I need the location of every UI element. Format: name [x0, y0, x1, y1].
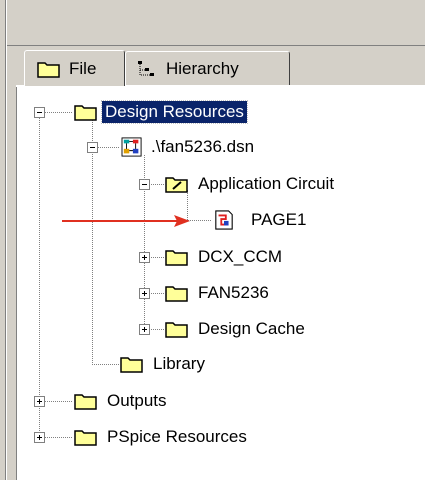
- collapse-application-circuit-button[interactable]: [139, 179, 150, 190]
- tree-line: [149, 184, 164, 185]
- tree-line: [44, 401, 72, 402]
- folder-icon: [165, 286, 188, 302]
- toolbar-divider: [7, 45, 425, 46]
- collapse-design-resources-button[interactable]: [34, 107, 45, 118]
- folder-icon: [74, 394, 97, 410]
- folder-icon: [165, 322, 188, 338]
- expand-fan5236-button[interactable]: [139, 288, 150, 299]
- tree-line: [97, 147, 119, 148]
- expand-design-cache-button[interactable]: [139, 324, 150, 335]
- tree-item-design-cache[interactable]: Design Cache: [165, 315, 308, 343]
- tree-line: [149, 257, 164, 258]
- expand-pspice-resources-button[interactable]: [34, 432, 45, 443]
- folder-icon: [165, 250, 188, 266]
- tree-item-label: PAGE1: [251, 210, 307, 229]
- tab-file[interactable]: File: [24, 50, 125, 86]
- tab-hierarchy-label: Hierarchy: [166, 58, 239, 78]
- tree-item-outputs[interactable]: Outputs: [74, 387, 170, 415]
- tree-item-fan5236[interactable]: FAN5236: [165, 279, 272, 307]
- tree-item-application-circuit[interactable]: Application Circuit: [165, 170, 337, 198]
- tree-item-design-resources[interactable]: Design Resources: [74, 98, 248, 126]
- expand-outputs-button[interactable]: [34, 396, 45, 407]
- toolbar-area: [0, 0, 425, 48]
- tab-file-label: File: [69, 58, 97, 78]
- tab-hierarchy[interactable]: Hierarchy: [125, 51, 290, 85]
- tree-item-label: Design Resources: [101, 100, 248, 124]
- annotation-arrow-icon: [62, 215, 190, 227]
- tree-line: [92, 120, 93, 363]
- hierarchy-icon: [138, 60, 154, 76]
- tree-line: [149, 329, 164, 330]
- tree-item-dcx-ccm[interactable]: DCX_CCM: [165, 243, 285, 271]
- collapse-dsn-button[interactable]: [87, 142, 98, 153]
- schematic-folder-icon: [165, 177, 188, 193]
- folder-icon: [74, 430, 97, 446]
- folder-icon: [120, 357, 143, 373]
- tree-item-dsn-file[interactable]: .\fan5236.dsn: [120, 133, 257, 161]
- tree-item-library[interactable]: Library: [120, 350, 208, 378]
- tree-item-page1[interactable]: PAGE1: [212, 206, 309, 234]
- tree-item-label: Library: [153, 354, 205, 373]
- tree-item-label: Design Cache: [198, 319, 305, 338]
- schematic-page-icon: [215, 210, 233, 230]
- tree-line: [92, 364, 119, 365]
- tree-item-label: DCX_CCM: [198, 247, 283, 266]
- window-edge-highlight: [6, 0, 7, 480]
- tree-item-label: PSpice Resources: [107, 427, 247, 446]
- tree-line: [39, 118, 40, 443]
- expand-dcx-ccm-button[interactable]: [139, 252, 150, 263]
- design-file-icon: [121, 137, 142, 157]
- folder-icon: [74, 105, 97, 121]
- tree-line: [44, 112, 72, 113]
- tree-line: [149, 293, 164, 294]
- tree-item-label: .\fan5236.dsn: [151, 137, 255, 156]
- folder-icon: [37, 61, 60, 78]
- tree-item-label: FAN5236: [198, 283, 269, 302]
- tree-item-label: Application Circuit: [198, 174, 335, 193]
- tree-line: [44, 437, 72, 438]
- tree-item-pspice-resources[interactable]: PSpice Resources: [74, 423, 250, 451]
- tree-item-label: Outputs: [107, 391, 167, 410]
